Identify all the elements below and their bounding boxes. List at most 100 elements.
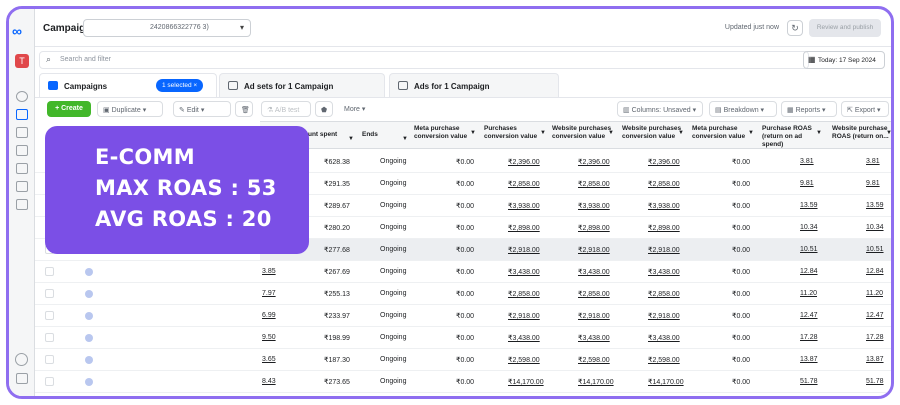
table-row[interactable]: ₹289.67 Ongoing ₹0.00 ₹3,938.00 ₹3,938.00 ₹3,…	[260, 195, 891, 217]
table-cell-purchases[interactable]: ₹14,170.00	[508, 378, 544, 386]
table-cell-web2[interactable]: ₹2,598.00	[648, 356, 680, 364]
table-cell-purchases[interactable]: ₹3,938.00	[508, 202, 540, 210]
table-cell-web-roas[interactable]: 12.47	[866, 312, 884, 319]
table-cell-web1[interactable]: ₹2,858.00	[578, 180, 610, 188]
reports-button[interactable]: ▦ Reports ▾	[781, 101, 837, 117]
table-cell-web-roas[interactable]: 11.20	[866, 290, 883, 297]
selected-count-badge[interactable]: 1 selected ×	[156, 79, 204, 92]
col-header-meta-purchase[interactable]: Meta purchase conversion value ▼	[410, 125, 478, 141]
row-toggle[interactable]	[85, 312, 93, 320]
col-header-purchases-conversion[interactable]: Purchases conversion value ▼	[480, 125, 548, 141]
table-cell-roas[interactable]: 13.87	[800, 356, 818, 363]
table-cell-roas[interactable]: 3.81	[800, 158, 814, 165]
row-toggle[interactable]	[85, 334, 93, 342]
col-header-meta-purchase-2[interactable]: Meta purchase conversion value ▼	[688, 125, 756, 141]
row-checkbox[interactable]	[45, 333, 54, 342]
table-row[interactable]: 8.43 ₹273.65 Ongoing ₹0.00 ₹14,170.00 ₹14,170…	[260, 371, 891, 393]
table-cell-web-roas[interactable]: 17.28	[866, 334, 884, 341]
table-cell-web1[interactable]: ₹3,438.00	[578, 334, 610, 342]
table-row[interactable]: 3.85 ₹267.69 Ongoing ₹0.00 ₹3,438.00 ₹3,438.0…	[260, 261, 891, 283]
table-cell-purchases[interactable]: ₹2,918.00	[508, 246, 540, 254]
table-cell-lead[interactable]: 9.50	[262, 334, 276, 341]
table-cell-purchases[interactable]: ₹3,438.00	[508, 334, 540, 342]
table-cell-purchases[interactable]: ₹2,858.00	[508, 290, 540, 298]
campaign-row-left[interactable]	[35, 349, 260, 371]
col-header-website-roas[interactable]: Website purchase ROAS (return on... ▼	[828, 125, 891, 141]
reports-nav-icon[interactable]	[16, 145, 28, 156]
duplicate-button[interactable]: ▣ Duplicate ▾	[97, 101, 163, 117]
table-row[interactable]: ₹291.35 Ongoing ₹0.00 ₹2,858.00 ₹2,858.00 ₹2,…	[260, 173, 891, 195]
table-cell-purchases[interactable]: ₹3,438.00	[508, 268, 540, 276]
review-and-publish-button[interactable]: Review and publish	[809, 19, 881, 37]
table-cell-web2[interactable]: ₹2,396.00	[648, 158, 680, 166]
account-overview-icon[interactable]	[16, 91, 28, 102]
table-cell-web1[interactable]: ₹2,898.00	[578, 224, 610, 232]
search-filter-input[interactable]: ⌕ Search and filter	[39, 51, 809, 69]
bug-report-icon[interactable]	[16, 373, 28, 384]
date-range-picker[interactable]: ▦ Today: 17 Sep 2024	[803, 51, 885, 69]
col-header-ends[interactable]: Ends ▼	[358, 131, 410, 142]
table-cell-web-roas[interactable]: 12.84	[866, 268, 884, 275]
table-cell-roas[interactable]: 9.81	[800, 180, 814, 187]
table-row[interactable]: 3.65 ₹187.30 Ongoing ₹0.00 ₹2,598.00 ₹2,598.0…	[260, 349, 891, 371]
table-row[interactable]: ₹628.38 Ongoing ₹0.00 ₹2,396.00 ₹2,396.00 ₹2,…	[260, 151, 891, 173]
table-cell-web2[interactable]: ₹14,170.00	[648, 378, 684, 386]
menu-nav-icon[interactable]	[16, 199, 28, 210]
edit-button[interactable]: ✎ Edit ▾	[173, 101, 231, 117]
table-cell-web2[interactable]: ₹2,858.00	[648, 180, 680, 188]
table-cell-web1[interactable]: ₹14,170.00	[578, 378, 614, 386]
row-checkbox[interactable]	[45, 377, 54, 386]
table-cell-web1[interactable]: ₹2,918.00	[578, 246, 610, 254]
table-row[interactable]: 7.97 ₹255.13 Ongoing ₹0.00 ₹2,858.00 ₹2,858.0…	[260, 283, 891, 305]
meta-logo-icon[interactable]: ∞	[12, 23, 22, 39]
create-button[interactable]: + Create	[47, 101, 91, 117]
table-cell-web1[interactable]: ₹3,438.00	[578, 268, 610, 276]
table-cell-roas[interactable]: 10.51	[800, 246, 818, 253]
table-cell-roas[interactable]: 13.59	[800, 202, 818, 209]
table-cell-web2[interactable]: ₹3,938.00	[648, 202, 680, 210]
row-checkbox[interactable]	[45, 311, 54, 320]
table-cell-web-roas[interactable]: 9.81	[866, 180, 880, 187]
table-cell-roas[interactable]: 10.34	[800, 224, 818, 231]
table-cell-lead[interactable]: 3.85	[262, 268, 276, 275]
table-row[interactable]: 9.50 ₹198.99 Ongoing ₹0.00 ₹3,438.00 ₹3,438.0…	[260, 327, 891, 349]
audiences-nav-icon[interactable]	[16, 127, 28, 138]
table-cell-purchases[interactable]: ₹2,898.00	[508, 224, 540, 232]
col-header-purchase-roas[interactable]: Purchase ROAS (return on ad spend) ▼	[758, 125, 824, 149]
table-cell-web-roas[interactable]: 13.87	[866, 356, 884, 363]
table-cell-web1[interactable]: ₹2,918.00	[578, 312, 610, 320]
campaign-row-left[interactable]	[35, 261, 260, 283]
tab-campaigns[interactable]: Campaigns 1 selected ×	[39, 73, 217, 97]
table-cell-roas[interactable]: 11.20	[800, 290, 817, 297]
row-checkbox[interactable]	[45, 267, 54, 276]
row-toggle[interactable]	[85, 268, 93, 276]
table-cell-lead[interactable]: 6.99	[262, 312, 276, 319]
table-row[interactable]: 8.84₹277.68Ongoing₹0.00₹2,918.00₹2,918.0…	[260, 239, 891, 261]
campaigns-nav-icon[interactable]	[16, 109, 28, 120]
table-cell-web2[interactable]: ₹3,438.00	[648, 268, 680, 276]
table-cell-lead[interactable]: 7.97	[262, 290, 276, 297]
col-header-website-purchases-2[interactable]: Website purchases conversion value ▼	[618, 125, 686, 141]
table-cell-lead[interactable]: 3.65	[262, 356, 276, 363]
row-toggle[interactable]	[85, 378, 93, 386]
table-cell-web-roas[interactable]: 13.59	[866, 202, 884, 209]
tab-ads[interactable]: Ads for 1 Campaign	[389, 73, 559, 97]
table-cell-web-roas[interactable]: 51.78	[866, 378, 884, 385]
table-cell-web2[interactable]: ₹2,898.00	[648, 224, 680, 232]
ab-test-button[interactable]: ⚗ A/B test	[261, 101, 311, 117]
columns-button[interactable]: ▥ Columns: Unsaved ▾	[617, 101, 703, 117]
account-avatar[interactable]: T	[15, 54, 29, 68]
table-cell-purchases[interactable]: ₹2,396.00	[508, 158, 540, 166]
table-cell-web2[interactable]: ₹2,918.00	[648, 312, 680, 320]
table-cell-web2[interactable]: ₹3,438.00	[648, 334, 680, 342]
table-cell-purchases[interactable]: ₹2,858.00	[508, 180, 540, 188]
delete-icon[interactable]: 🗑	[235, 101, 253, 117]
billing-nav-icon[interactable]	[16, 163, 28, 174]
campaign-row-left[interactable]	[35, 371, 260, 393]
col-header-website-purchases-1[interactable]: Website purchases conversion value ▼	[548, 125, 616, 141]
table-cell-web2[interactable]: ₹2,918.00	[648, 246, 680, 254]
table-cell-roas[interactable]: 51.78	[800, 378, 818, 385]
campaign-row-left[interactable]	[35, 283, 260, 305]
table-cell-web1[interactable]: ₹2,598.00	[578, 356, 610, 364]
tag-icon[interactable]: ⬟	[315, 101, 333, 117]
